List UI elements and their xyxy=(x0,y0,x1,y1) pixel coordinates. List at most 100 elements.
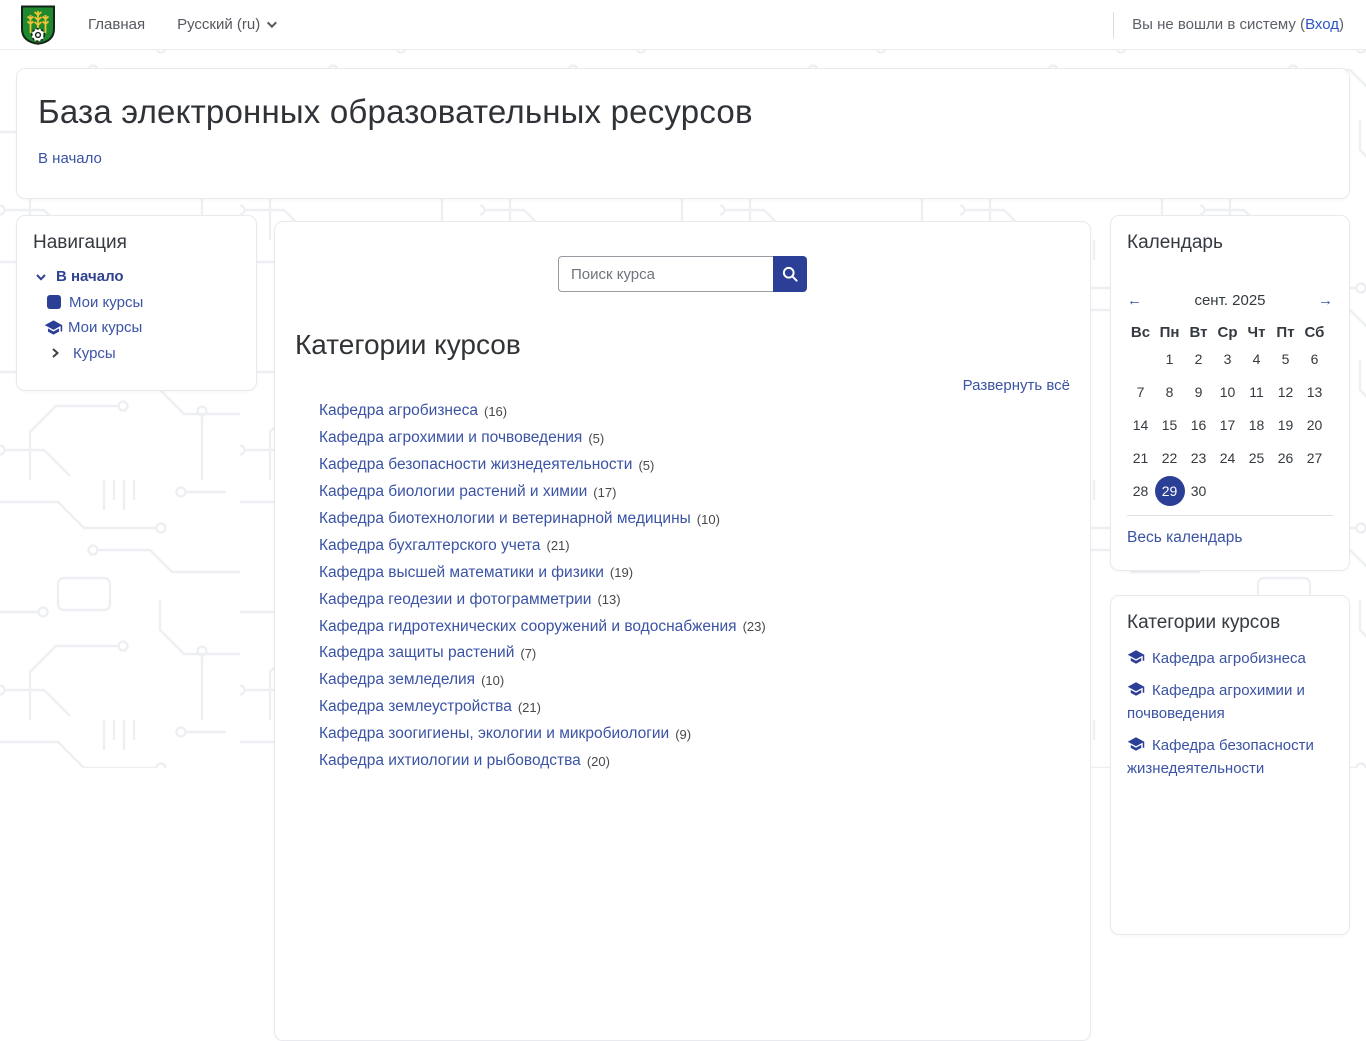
calendar-day[interactable]: 15 xyxy=(1155,408,1184,441)
category-link[interactable]: Кафедра гидротехнических сооружений и во… xyxy=(319,618,737,636)
nav-item-label[interactable]: Курсы xyxy=(73,345,116,362)
category-link[interactable]: Кафедра бухгалтерского учета xyxy=(319,537,541,555)
category-link[interactable]: Кафедра зоогигиены, экологии и микробиол… xyxy=(319,725,669,743)
calendar-day[interactable]: 17 xyxy=(1213,408,1242,441)
nav-item-my-courses-1[interactable]: Мои курсы xyxy=(33,290,240,316)
category-link[interactable]: Кафедра безопасности жизнедеятельности xyxy=(319,456,632,474)
calendar-day[interactable]: 7 xyxy=(1126,375,1155,408)
university-logo-icon[interactable] xyxy=(20,5,56,45)
calendar-day[interactable]: 4 xyxy=(1242,342,1271,375)
graduation-cap-icon xyxy=(1127,735,1145,753)
calendar-day[interactable]: 3 xyxy=(1213,342,1242,375)
nav-item-my-courses-2[interactable]: Мои курсы xyxy=(33,315,240,341)
category-link[interactable]: Кафедра земледелия xyxy=(319,671,475,689)
calendar-day[interactable]: 27 xyxy=(1300,441,1329,474)
category-link[interactable]: Кафедра высшей математики и физики xyxy=(319,564,604,582)
graduation-cap-icon xyxy=(1127,648,1145,666)
calendar-day[interactable]: 13 xyxy=(1300,375,1329,408)
calendar-day[interactable]: 20 xyxy=(1300,408,1329,441)
category-count: (21) xyxy=(547,538,570,553)
chevron-down-icon[interactable] xyxy=(35,271,47,283)
calendar-day[interactable]: 9 xyxy=(1184,375,1213,408)
login-link[interactable]: Вход xyxy=(1305,16,1339,33)
calendar-day[interactable]: 14 xyxy=(1126,408,1155,441)
category-link[interactable]: Кафедра биотехнологии и ветеринарной мед… xyxy=(319,510,691,528)
full-calendar-link[interactable]: Весь календарь xyxy=(1127,529,1242,547)
search-button[interactable] xyxy=(773,256,807,292)
calendar-day[interactable]: 22 xyxy=(1155,441,1184,474)
search-input[interactable] xyxy=(558,256,773,292)
nav-item-label[interactable]: Мои курсы xyxy=(69,294,143,311)
category-link[interactable]: Кафедра биологии растений и химии xyxy=(319,483,587,501)
category-link[interactable]: Кафедра агрохимии и почвоведения xyxy=(319,429,582,447)
list-item: Кафедра землеустройства (21) xyxy=(319,694,1070,721)
calendar-day[interactable]: 26 xyxy=(1271,441,1300,474)
login-status-text: Вы не вошли в систему ( xyxy=(1132,16,1305,33)
category-link[interactable]: Кафедра землеустройства xyxy=(319,698,512,716)
page-header: База электронных образовательных ресурсо… xyxy=(16,68,1350,199)
side-category-list: Кафедра агробизнеса Кафедра агрохимии и … xyxy=(1127,647,1333,780)
calendar-day[interactable]: 25 xyxy=(1242,441,1271,474)
calendar-day xyxy=(1271,474,1300,507)
calendar-day[interactable]: 23 xyxy=(1184,441,1213,474)
navigation-tree: В начало Мои курсы Мои курсы Курсы xyxy=(33,264,240,366)
chevron-down-icon xyxy=(267,18,277,28)
category-link[interactable]: Кафедра защиты растений xyxy=(319,644,514,662)
side-category-link[interactable]: Кафедра безопасности жизнедеятельности xyxy=(1127,737,1314,777)
course-search xyxy=(275,256,1090,292)
calendar-day[interactable]: 28 xyxy=(1126,474,1155,507)
calendar-prev-arrow[interactable]: ← xyxy=(1127,292,1157,309)
category-count: (21) xyxy=(518,700,541,715)
calendar-next-arrow[interactable]: → xyxy=(1303,292,1333,309)
calendar-day-selected[interactable]: 29 xyxy=(1155,476,1185,506)
calendar-day[interactable]: 6 xyxy=(1300,342,1329,375)
graduation-cap-icon xyxy=(44,318,63,337)
nav-item-home-label[interactable]: В начало xyxy=(56,268,124,285)
calendar-day[interactable]: 2 xyxy=(1184,342,1213,375)
calendar-day[interactable]: 18 xyxy=(1242,408,1271,441)
calendar-divider xyxy=(1127,515,1333,516)
nav-item-home[interactable]: В начало xyxy=(33,264,240,290)
category-link[interactable]: Кафедра геодезии и фотограмметрии xyxy=(319,591,591,609)
calendar-day[interactable]: 24 xyxy=(1213,441,1242,474)
calendar-day[interactable]: 12 xyxy=(1271,375,1300,408)
calendar-day[interactable]: 5 xyxy=(1271,342,1300,375)
breadcrumb-home-link[interactable]: В начало xyxy=(38,150,102,167)
list-item: Кафедра агробизнеса xyxy=(1127,647,1333,670)
calendar-day xyxy=(1213,474,1242,507)
top-navbar: Главная Русский (ru) Вы не вошли в систе… xyxy=(0,0,1366,50)
list-item: Кафедра зоогигиены, экологии и микробиол… xyxy=(319,721,1070,748)
calendar-day[interactable]: 1 xyxy=(1155,342,1184,375)
category-count: (20) xyxy=(587,754,610,769)
calendar-day[interactable]: 8 xyxy=(1155,375,1184,408)
course-categories-heading: Категории курсов xyxy=(295,329,521,361)
calendar-day xyxy=(1242,474,1271,507)
list-item: Кафедра земледелия(10) xyxy=(319,667,1070,694)
calendar-day[interactable]: 16 xyxy=(1184,408,1213,441)
list-item: Кафедра защиты растений (7) xyxy=(319,640,1070,667)
category-count: (16) xyxy=(484,404,507,419)
category-link[interactable]: Кафедра агробизнеса xyxy=(319,402,478,420)
calendar-day[interactable]: 30 xyxy=(1184,474,1213,507)
course-categories-block: Категории курсов Кафедра агробизнеса Каф… xyxy=(1110,595,1350,935)
calendar-day[interactable]: 10 xyxy=(1213,375,1242,408)
side-category-link[interactable]: Кафедра агробизнеса xyxy=(1152,650,1306,667)
category-count: (7) xyxy=(520,646,536,661)
nav-item-courses[interactable]: Курсы xyxy=(33,341,240,367)
nav-item-label[interactable]: Мои курсы xyxy=(68,319,142,336)
category-list: Кафедра агробизнеса (16) Кафедра агрохими… xyxy=(319,398,1070,774)
calendar-block: Календарь ← сент. 2025 → Вс Пн Вт Ср Чт … xyxy=(1110,215,1350,571)
list-item: Кафедра биотехнологии и ветеринарной мед… xyxy=(319,506,1070,533)
expand-all-link[interactable]: Развернуть всё xyxy=(963,377,1070,394)
language-menu[interactable]: Русский (ru) xyxy=(177,16,274,33)
login-status-suffix: ) xyxy=(1339,16,1344,33)
calendar-day[interactable]: 21 xyxy=(1126,441,1155,474)
category-link[interactable]: Кафедра ихтиологии и рыбоводства xyxy=(319,752,581,770)
calendar-day[interactable]: 11 xyxy=(1242,375,1271,408)
side-category-link[interactable]: Кафедра агрохимии и почвоведения xyxy=(1127,682,1305,722)
category-count: (19) xyxy=(610,565,633,580)
nav-home-link[interactable]: Главная xyxy=(88,16,145,33)
calendar-day[interactable]: 19 xyxy=(1271,408,1300,441)
chevron-right-icon[interactable] xyxy=(50,347,61,359)
list-item: Кафедра высшей математики и физики (19) xyxy=(319,559,1070,586)
